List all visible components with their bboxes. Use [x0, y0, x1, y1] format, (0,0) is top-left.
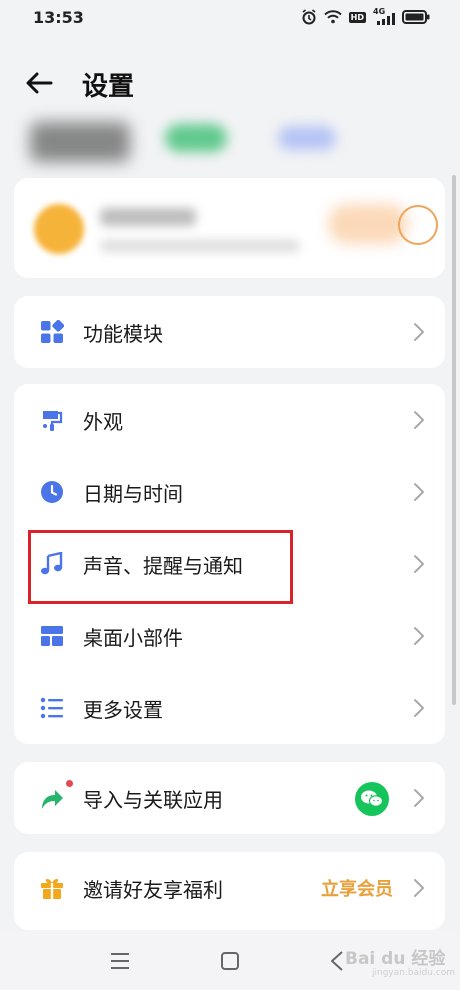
scrollbar[interactable] [452, 175, 456, 705]
page-title: 设置 [82, 72, 135, 102]
menu-item-invite[interactable]: 邀请好友享福利 立享会员 [14, 852, 445, 924]
paint-brush-icon [43, 411, 63, 431]
chevron-right-icon [414, 483, 424, 501]
menu-item-datetime[interactable]: 日期与时间 [14, 456, 445, 528]
menu-label: 功能模块 [83, 322, 163, 346]
status-bar: 13:53 HD 4G [0, 0, 460, 38]
recent-apps-icon[interactable] [110, 952, 130, 970]
gift-icon [41, 878, 63, 899]
menu-label: 更多设置 [83, 698, 163, 722]
blurred-content [0, 112, 460, 164]
status-time: 13:53 [33, 8, 84, 27]
menu-label: 桌面小部件 [83, 626, 183, 650]
menu-item-import-apps[interactable]: 导入与关联应用 [14, 762, 445, 834]
menu-label: 外观 [83, 410, 123, 434]
app-header: 设置 [0, 60, 460, 108]
chevron-right-icon [414, 411, 424, 429]
battery-icon [402, 10, 430, 24]
import-card: 导入与关联应用 [14, 762, 445, 834]
notification-dot [66, 780, 73, 787]
wechat-icon [355, 782, 389, 816]
menu-label: 日期与时间 [83, 482, 183, 506]
modules-icon [41, 320, 64, 343]
watermark-sub: jingyan.baidu.com [372, 968, 456, 978]
list-icon [40, 697, 63, 719]
avatar [34, 204, 84, 254]
chevron-right-icon [414, 789, 424, 807]
chevron-right-icon [414, 627, 424, 645]
system-nav-bar: Bai du 经验 jingyan.baidu.com [0, 930, 460, 990]
menu-label: 导入与关联应用 [83, 788, 223, 812]
hd-badge: HD [348, 11, 366, 23]
chevron-right-icon [414, 323, 424, 341]
chevron-right-icon [414, 879, 424, 897]
wifi-icon [323, 10, 342, 24]
menu-item-appearance[interactable]: 外观 [14, 384, 445, 456]
invite-card: 邀请好友享福利 立享会员 [14, 852, 445, 930]
highlight-box [28, 530, 293, 604]
chevron-right-icon [414, 699, 424, 717]
nav-back-icon[interactable] [330, 950, 344, 972]
clock-icon [41, 481, 63, 503]
account-card[interactable] [14, 178, 445, 278]
alarm-icon [302, 9, 316, 25]
signal-icon: 4G [373, 7, 395, 25]
share-arrow-icon [42, 790, 63, 809]
back-arrow-icon[interactable] [24, 68, 54, 98]
chevron-right-icon [414, 555, 424, 573]
widget-icon [41, 626, 63, 646]
watermark: Bai du 经验 [345, 949, 446, 969]
menu-item-widgets[interactable]: 桌面小部件 [14, 600, 445, 672]
home-icon[interactable] [221, 952, 239, 970]
module-card: 功能模块 [14, 296, 445, 368]
vip-link[interactable]: 立享会员 [321, 875, 393, 901]
status-icons: HD 4G [301, 7, 430, 25]
menu-item-more-settings[interactable]: 更多设置 [14, 672, 445, 744]
menu-label: 邀请好友享福利 [83, 878, 223, 902]
menu-item-modules[interactable]: 功能模块 [14, 296, 445, 368]
